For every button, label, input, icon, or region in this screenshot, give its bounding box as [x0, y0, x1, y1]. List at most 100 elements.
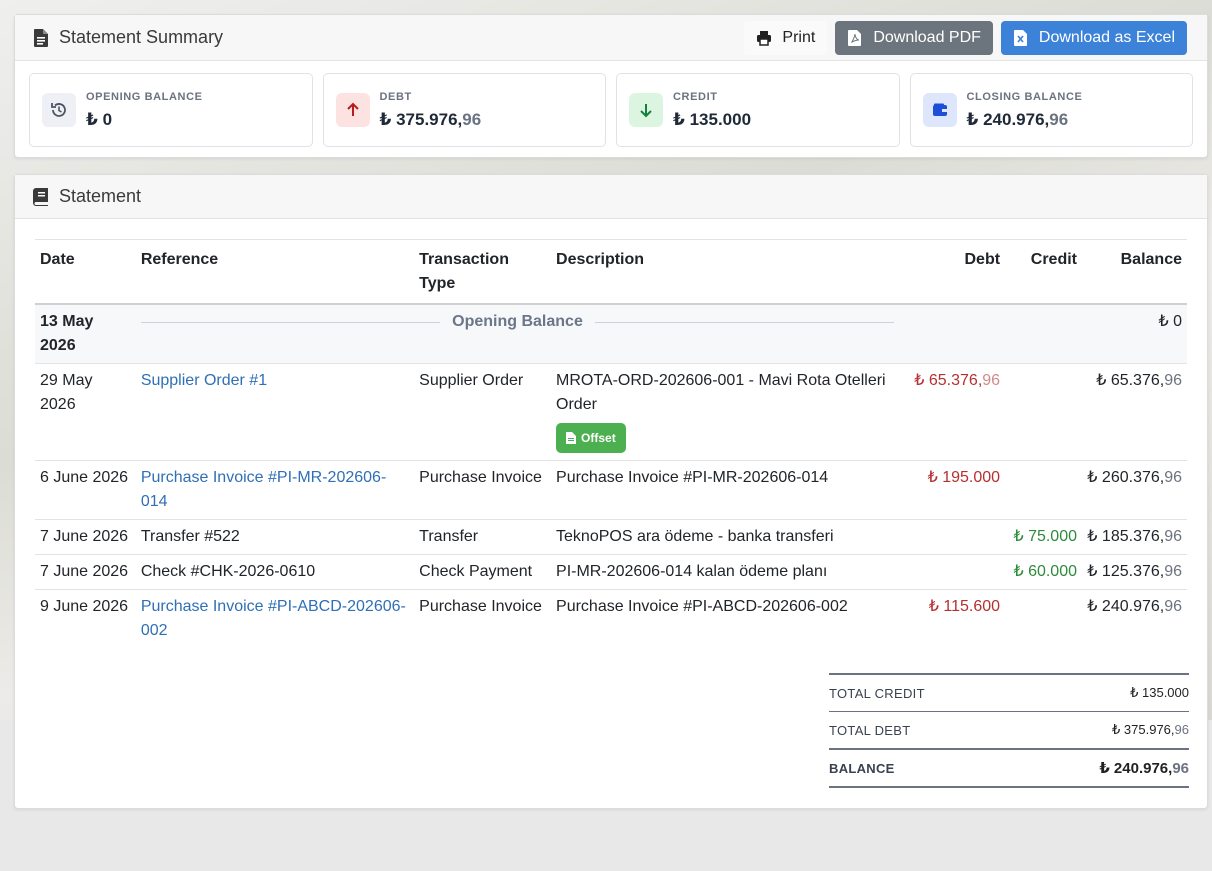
currency-symbol: ₺: [86, 109, 98, 129]
summary-title: Statement Summary: [33, 27, 223, 48]
cell-reference: Transfer #522: [135, 519, 415, 555]
cell-type: Transfer: [414, 519, 552, 555]
cell-description: TeknoPOS ara ödeme - banka transferi: [551, 519, 900, 555]
cell-credit: ₺ 75.000: [1005, 519, 1082, 555]
col-credit[interactable]: Credit: [1005, 239, 1082, 305]
arrow-down-icon: [629, 93, 663, 127]
balance-decimal: 96: [1164, 469, 1182, 486]
print-button-label: Print: [782, 28, 816, 46]
stat-decimal: 96: [462, 109, 482, 129]
print-button[interactable]: Print: [744, 20, 828, 55]
statement-summary-card: Statement Summary Print Download PDF Dow…: [14, 14, 1208, 158]
cell-balance: ₺ 0: [1082, 304, 1187, 364]
debt-whole: ₺ 65.376,: [914, 372, 983, 389]
col-debt[interactable]: Debt: [899, 239, 1006, 305]
stat-opening-balance: OPENING BALANCE ₺ 0: [29, 73, 313, 147]
total-label: TOTAL DEBT: [829, 722, 911, 738]
stat-whole: 0: [102, 109, 113, 129]
download-excel-button[interactable]: Download as Excel: [1000, 20, 1187, 55]
total-value: ₺ 135.000: [1130, 685, 1189, 701]
cell-description: PI-MR-202606-014 kalan ödeme planı: [551, 554, 900, 590]
col-reference[interactable]: Reference: [135, 239, 415, 305]
col-date[interactable]: Date: [35, 239, 136, 305]
stat-value: ₺ 375.976,96: [380, 110, 482, 130]
debt-whole: ₺ 115.600: [928, 598, 1001, 615]
badge-label: Offset: [581, 431, 616, 445]
cell-type: Check Payment: [414, 554, 552, 590]
statement-header: Statement: [15, 175, 1207, 219]
reference-link[interactable]: Purchase Invoice #PI-ABCD-202606-002: [141, 598, 406, 639]
currency-symbol: ₺: [966, 109, 979, 129]
cell-debt: [899, 554, 1006, 590]
cell-date: 7 June 2026: [35, 519, 136, 555]
cell-credit: ₺ 60.000: [1005, 554, 1082, 590]
history-icon: [42, 93, 76, 127]
statement-card: Statement Date Reference Transaction Typ…: [14, 174, 1208, 809]
col-transaction-type[interactable]: Transaction Type: [414, 239, 552, 305]
total-whole: ₺ 135.000: [1130, 685, 1189, 700]
stat-closing-balance: CLOSING BALANCE ₺ 240.976,96: [909, 73, 1193, 147]
divider: [594, 321, 895, 323]
cell-credit: [1005, 363, 1082, 461]
excel-file-icon: [1013, 29, 1027, 46]
debt-whole: ₺ 195.000: [927, 469, 1001, 486]
stat-label: OPENING BALANCE: [86, 90, 203, 103]
statement-table-wrap: Date Reference Transaction Type Descript…: [15, 219, 1207, 648]
description-text: MROTA-ORD-202606-001 - Mavi Rota Oteller…: [556, 372, 886, 413]
cell-type: Supplier Order: [414, 363, 552, 461]
total-value: ₺ 240.976,96: [1099, 759, 1189, 777]
wallet-icon: [922, 93, 957, 127]
file-icon: [566, 432, 577, 444]
total-decimal: 96: [1172, 760, 1189, 777]
book-icon: [33, 187, 48, 206]
cell-debt: ₺ 115.600: [899, 590, 1005, 649]
balance-decimal: 96: [1164, 528, 1182, 545]
cell-description: MROTA-ORD-202606-001 - Mavi Rota Oteller…: [551, 363, 900, 461]
col-description[interactable]: Description: [551, 239, 900, 305]
download-pdf-button[interactable]: Download PDF: [835, 20, 993, 55]
cell-balance: ₺ 185.376,96: [1082, 519, 1187, 555]
balance-whole: ₺ 65.376,: [1096, 372, 1165, 389]
stat-label: CLOSING BALANCE: [966, 90, 1083, 103]
cell-debt: ₺ 65.376,96: [899, 363, 1006, 461]
opening-balance-row: 13 May 2026 Opening Balance ₺ 0: [35, 304, 1187, 364]
balance-decimal: 96: [1164, 372, 1182, 389]
total-whole: ₺ 375.976,: [1112, 722, 1175, 737]
stat-decimal: 96: [1049, 109, 1069, 129]
stat-value: ₺ 0: [86, 110, 203, 130]
cell-description: Purchase Invoice #PI-ABCD-202606-002: [556, 598, 848, 615]
balance-row: BALANCE ₺ 240.976,96: [829, 748, 1189, 788]
cell-reference: Check #CHK-2026-0610: [135, 554, 415, 590]
stat-label: CREDIT: [673, 90, 718, 103]
balance-whole: ₺ 185.376,: [1087, 528, 1165, 545]
summary-actions: Print Download PDF Download as Excel: [744, 20, 1187, 55]
total-label: TOTAL CREDIT: [829, 685, 925, 701]
total-label: BALANCE: [829, 760, 895, 776]
pdf-file-icon: [848, 29, 862, 46]
statement-title: Statement: [33, 186, 141, 207]
cell-description: Purchase Invoice #PI-MR-202606-014: [551, 460, 900, 520]
reference-link[interactable]: Purchase Invoice #PI-MR-202606-014: [141, 469, 386, 510]
cell-balance: ₺ 240.976,96: [1082, 590, 1187, 649]
balance-decimal: 96: [1164, 563, 1182, 580]
summary-title-text: Statement Summary: [59, 27, 224, 47]
stat-whole: 375.976,: [396, 109, 463, 129]
reference-link[interactable]: Supplier Order #1: [141, 372, 267, 389]
cell-credit: [1005, 590, 1082, 649]
statement-table: Date Reference Transaction Type Descript…: [35, 239, 1187, 648]
balance-whole: ₺ 260.376,: [1087, 469, 1165, 486]
stat-whole: 240.976,: [983, 109, 1050, 129]
currency-symbol: ₺: [673, 109, 685, 129]
stat-value: ₺ 135.000: [673, 110, 751, 130]
col-balance[interactable]: Balance: [1082, 239, 1187, 305]
cell-debt: [899, 519, 1006, 555]
total-whole: ₺ 240.976,: [1099, 760, 1173, 777]
debt-decimal: 96: [982, 372, 1001, 389]
totals-table: TOTAL CREDIT ₺ 135.000 TOTAL DEBT ₺ 375.…: [829, 673, 1189, 788]
statement-title-text: Statement: [59, 186, 142, 206]
total-value: ₺ 375.976,96: [1112, 722, 1189, 738]
cell-balance: ₺ 260.376,96: [1082, 460, 1187, 520]
cell-type: Purchase Invoice: [414, 460, 552, 520]
table-header-row: Date Reference Transaction Type Descript…: [35, 239, 1187, 305]
offset-badge: Offset: [556, 423, 626, 453]
